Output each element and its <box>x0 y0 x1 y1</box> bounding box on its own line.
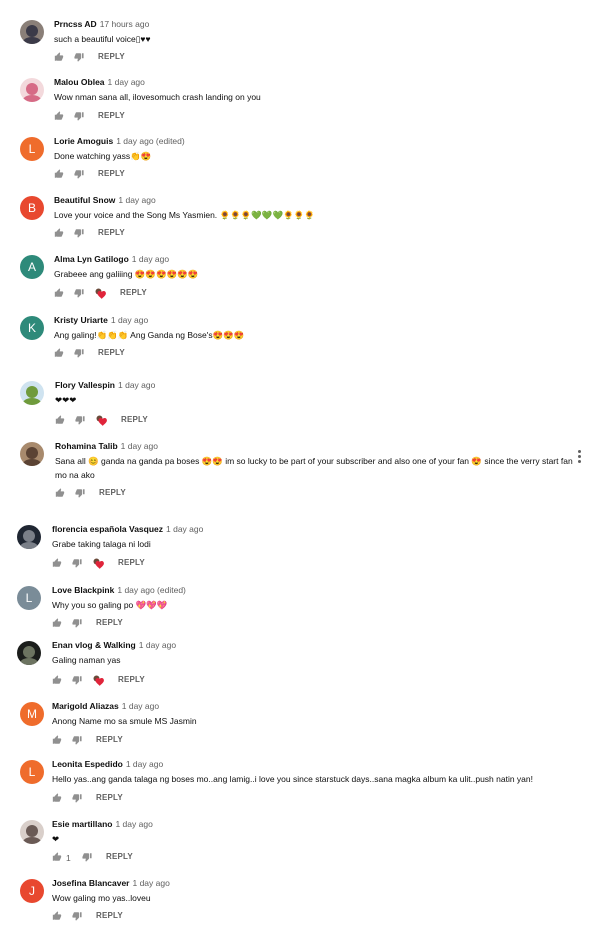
comment-time[interactable]: 1 day ago (edited) <box>116 136 185 146</box>
comment-header: florencia española Vasquez 1 day ago <box>52 524 203 534</box>
comment-header: Alma Lyn Gatilogo 1 day ago <box>54 254 169 264</box>
avatar[interactable] <box>20 381 44 405</box>
comment-author[interactable]: Marigold Aliazas <box>52 701 119 711</box>
comment-time[interactable]: 1 day ago <box>118 380 155 390</box>
comment-time[interactable]: 1 day ago <box>126 759 163 769</box>
avatar[interactable]: L <box>17 586 41 610</box>
avatar[interactable]: L <box>20 760 44 784</box>
reply-button[interactable]: REPLY <box>96 793 123 802</box>
comment-author[interactable]: Malou Oblea <box>54 77 105 87</box>
comment-time[interactable]: 17 hours ago <box>100 19 150 29</box>
comment-text: such a beautiful voice▯♥♥ <box>54 34 151 44</box>
reply-button[interactable]: REPLY <box>118 675 145 684</box>
comment-text: Grabe taking talaga ni lodi <box>52 539 151 549</box>
avatar[interactable] <box>20 820 44 844</box>
comment-author[interactable]: Beautiful Snow <box>54 195 115 205</box>
avatar[interactable]: L <box>20 137 44 161</box>
comment-time[interactable]: 1 day ago <box>139 640 176 650</box>
comment-time[interactable]: 1 day ago <box>118 195 155 205</box>
comment-header: Love Blackpink 1 day ago (edited) <box>52 585 186 595</box>
comment-header: Leonita Espedido 1 day ago <box>52 759 163 769</box>
comment-text: Wow galing mo yas..loveu <box>52 893 151 903</box>
avatar[interactable] <box>20 20 44 44</box>
avatar[interactable] <box>20 78 44 102</box>
comment-header: Josefina Blancaver 1 day ago <box>52 878 170 888</box>
comment-time[interactable]: 1 day ago <box>111 315 148 325</box>
comment-author[interactable]: Love Blackpink <box>52 585 114 595</box>
comment-header: Enan vlog & Walking 1 day ago <box>52 640 176 650</box>
comment-text: Grabeee ang galiiing 😍😍😍😍😍😍 <box>54 269 199 279</box>
comment-time[interactable]: 1 day ago <box>132 878 169 888</box>
comment-author[interactable]: Kristy Uriarte <box>54 315 108 325</box>
comment-author[interactable]: Rohamina Talib <box>55 441 118 451</box>
reply-button[interactable]: REPLY <box>98 228 125 237</box>
comment-author[interactable]: Leonita Espedido <box>52 759 123 769</box>
comment-time[interactable]: 1 day ago <box>108 77 145 87</box>
comment-text: ❤ <box>52 834 60 844</box>
comment-text: Wow nman sana all, ilovesomuch crash lan… <box>54 92 261 102</box>
reply-button[interactable]: REPLY <box>96 735 123 744</box>
comment-text: Galing naman yas <box>52 655 121 665</box>
avatar[interactable] <box>20 442 44 466</box>
avatar[interactable]: A <box>20 255 44 279</box>
comment-time[interactable]: 1 day ago <box>115 819 152 829</box>
comment-text: Why you so galing po 💖💖💖 <box>52 600 168 610</box>
comment-text: Ang galing!👏👏👏 Ang Ganda ng Bose's😍😍😍 <box>54 330 245 340</box>
reply-button[interactable]: REPLY <box>98 52 125 61</box>
comment-text: ❤❤❤ <box>55 395 77 405</box>
comment-text: Love your voice and the Song Ms Yasmien.… <box>54 210 315 220</box>
comment-header: Malou Oblea 1 day ago <box>54 77 145 87</box>
comment-text: Sana all 😊 ganda na ganda pa boses 😍😍 im… <box>55 456 573 480</box>
avatar[interactable] <box>17 641 41 665</box>
comment-text: Done watching yass👏😍 <box>54 151 152 161</box>
avatar[interactable]: M <box>20 702 44 726</box>
comment-author[interactable]: Alma Lyn Gatilogo <box>54 254 129 264</box>
comment-time[interactable]: 1 day ago <box>166 524 203 534</box>
comment-header: Prncss AD 17 hours ago <box>54 19 149 29</box>
comment-time[interactable]: 1 day ago (edited) <box>117 585 186 595</box>
comment-menu-icon[interactable] <box>578 450 582 465</box>
avatar[interactable]: K <box>20 316 44 340</box>
comment-time[interactable]: 1 day ago <box>122 701 159 711</box>
reply-button[interactable]: REPLY <box>106 852 133 861</box>
comment-author[interactable]: Flory Vallespin <box>55 380 115 390</box>
reply-button[interactable]: REPLY <box>118 558 145 567</box>
avatar[interactable] <box>17 525 41 549</box>
reply-button[interactable]: REPLY <box>96 911 123 920</box>
reply-button[interactable]: REPLY <box>96 618 123 627</box>
comment-author[interactable]: Josefina Blancaver <box>52 878 129 888</box>
comment-author[interactable]: Esie martillano <box>52 819 112 829</box>
comment-header: Marigold Aliazas 1 day ago <box>52 701 159 711</box>
reply-button[interactable]: REPLY <box>121 415 148 424</box>
like-count: 1 <box>66 853 71 863</box>
avatar[interactable]: B <box>20 196 44 220</box>
comment-time[interactable]: 1 day ago <box>121 441 158 451</box>
comment-header: Flory Vallespin 1 day ago <box>55 380 155 390</box>
comment-header: Kristy Uriarte 1 day ago <box>54 315 148 325</box>
comment-author[interactable]: florencia española Vasquez <box>52 524 163 534</box>
comment-time[interactable]: 1 day ago <box>132 254 169 264</box>
comment-header: Rohamina Talib 1 day ago <box>55 441 158 451</box>
reply-button[interactable]: REPLY <box>99 488 126 497</box>
comment-author[interactable]: Enan vlog & Walking <box>52 640 136 650</box>
reply-button[interactable]: REPLY <box>98 111 125 120</box>
comment-header: Beautiful Snow 1 day ago <box>54 195 156 205</box>
reply-button[interactable]: REPLY <box>120 288 147 297</box>
comment-header: Esie martillano 1 day ago <box>52 819 153 829</box>
comment-author[interactable]: Prncss AD <box>54 19 97 29</box>
reply-button[interactable]: REPLY <box>98 169 125 178</box>
comment-text: Hello yas..ang ganda talaga ng boses mo.… <box>52 774 533 784</box>
comment-text: Anong Name mo sa smule MS Jasmin <box>52 716 197 726</box>
comment-header: Lorie Amoguis 1 day ago (edited) <box>54 136 185 146</box>
reply-button[interactable]: REPLY <box>98 348 125 357</box>
avatar[interactable]: J <box>20 879 44 903</box>
comment-author[interactable]: Lorie Amoguis <box>54 136 113 146</box>
